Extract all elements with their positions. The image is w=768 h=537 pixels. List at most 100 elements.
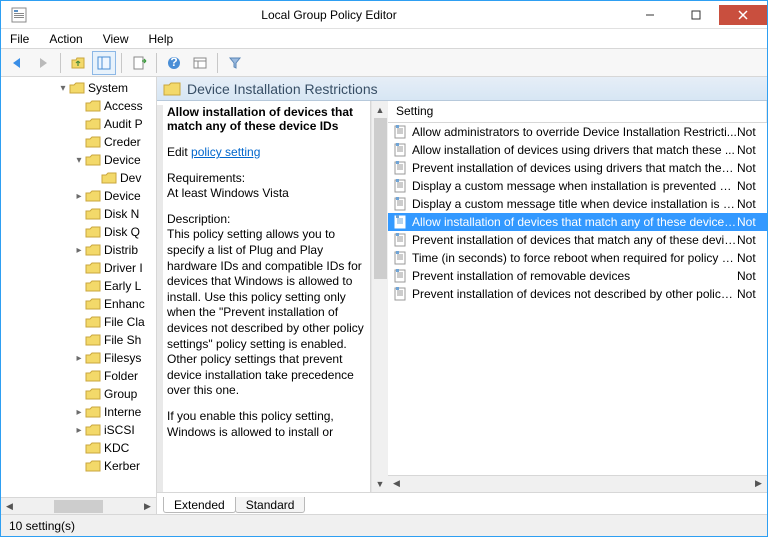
- tree-item[interactable]: File Cla: [1, 313, 156, 331]
- scroll-right-icon[interactable]: ▶: [750, 476, 767, 491]
- up-folder-button[interactable]: [66, 51, 90, 75]
- tree-item[interactable]: ▸ iSCSI: [1, 421, 156, 439]
- tree-item[interactable]: Kerber: [1, 457, 156, 475]
- tree-item[interactable]: KDC: [1, 439, 156, 457]
- policy-icon: [392, 268, 408, 284]
- folder-icon: [85, 153, 101, 167]
- tree-item[interactable]: ▸Distrib: [1, 241, 156, 259]
- tree-item-label: Audit P: [104, 117, 143, 131]
- list-body[interactable]: Allow administrators to override Device …: [388, 123, 767, 475]
- tree-hscrollbar[interactable]: ◀ ▶: [1, 497, 156, 514]
- list-row[interactable]: Prevent installation of devices using dr…: [388, 159, 767, 177]
- properties-button[interactable]: [188, 51, 212, 75]
- list-row[interactable]: Allow installation of devices that match…: [388, 213, 767, 231]
- status-text: 10 setting(s): [9, 519, 75, 533]
- tree-item-label: Interne: [104, 405, 141, 419]
- export-button[interactable]: [127, 51, 151, 75]
- setting-state: Not: [737, 215, 767, 229]
- scroll-down-icon[interactable]: ▼: [372, 475, 389, 492]
- scroll-left-icon[interactable]: ◀: [1, 499, 18, 514]
- forward-button[interactable]: [31, 51, 55, 75]
- maximize-button[interactable]: [673, 5, 719, 25]
- tree-item[interactable]: Audit P: [1, 115, 156, 133]
- tree-expander-icon[interactable]: ▸: [73, 353, 85, 364]
- edit-policy-link[interactable]: policy setting: [191, 145, 260, 159]
- list-row[interactable]: Allow installation of devices using driv…: [388, 141, 767, 159]
- tree-item[interactable]: Folder: [1, 367, 156, 385]
- back-button[interactable]: [5, 51, 29, 75]
- tree-item[interactable]: Early L: [1, 277, 156, 295]
- setting-name: Prevent installation of devices that mat…: [412, 233, 737, 247]
- tree-item-label: iSCSI: [104, 423, 135, 437]
- policy-icon: [392, 250, 408, 266]
- col-setting[interactable]: Setting: [388, 101, 767, 122]
- menu-action[interactable]: Action: [46, 31, 85, 47]
- menu-help[interactable]: Help: [146, 31, 177, 47]
- list-row[interactable]: Time (in seconds) to force reboot when r…: [388, 249, 767, 267]
- tree-item[interactable]: Disk Q: [1, 223, 156, 241]
- scroll-thumb[interactable]: [374, 118, 387, 279]
- tree-item[interactable]: File Sh: [1, 331, 156, 349]
- requirements-label: Requirements:: [167, 171, 245, 185]
- tree-expander-icon[interactable]: ▸: [73, 407, 85, 418]
- tree-item[interactable]: Access: [1, 97, 156, 115]
- setting-state: Not: [737, 197, 767, 211]
- tree-expander-icon[interactable]: ▸: [73, 191, 85, 202]
- list-pane: Setting Allow administrators to override…: [388, 101, 767, 492]
- toolbar: ?: [1, 49, 767, 77]
- scroll-left-icon[interactable]: ◀: [388, 476, 405, 491]
- tree-item[interactable]: Disk N: [1, 205, 156, 223]
- list-row[interactable]: Prevent installation of devices not desc…: [388, 285, 767, 303]
- help-button[interactable]: ?: [162, 51, 186, 75]
- list-row[interactable]: Allow administrators to override Device …: [388, 123, 767, 141]
- scroll-track[interactable]: [18, 499, 139, 514]
- policy-icon: [392, 286, 408, 302]
- list-row[interactable]: Display a custom message when installati…: [388, 177, 767, 195]
- minimize-button[interactable]: [627, 5, 673, 25]
- list-hscrollbar[interactable]: ◀ ▶: [388, 475, 767, 492]
- filter-button[interactable]: [223, 51, 247, 75]
- tree-item[interactable]: ▾System: [1, 79, 156, 97]
- show-tree-button[interactable]: [92, 51, 116, 75]
- tree-item[interactable]: Dev: [1, 169, 156, 187]
- list-row[interactable]: Prevent installation of devices that mat…: [388, 231, 767, 249]
- tree-item[interactable]: Creder: [1, 133, 156, 151]
- tab-extended[interactable]: Extended: [163, 497, 236, 513]
- tree-expander-icon[interactable]: ▸: [73, 425, 85, 436]
- policy-icon: [392, 232, 408, 248]
- scroll-thumb[interactable]: [54, 500, 102, 513]
- folder-icon: [85, 459, 101, 473]
- desc-scroll[interactable]: [157, 105, 163, 492]
- tree-item[interactable]: ▾Device: [1, 151, 156, 169]
- titlebar: Local Group Policy Editor: [1, 1, 767, 29]
- window-title: Local Group Policy Editor: [31, 8, 627, 22]
- tree-item-label: Disk N: [104, 207, 139, 221]
- list-row[interactable]: Prevent installation of removable device…: [388, 267, 767, 285]
- tree-item[interactable]: Driver I: [1, 259, 156, 277]
- list-header[interactable]: Setting: [388, 101, 767, 123]
- tree-item[interactable]: Enhanc: [1, 295, 156, 313]
- desc-vscrollbar[interactable]: ▲ ▼: [371, 101, 388, 492]
- tree-item[interactable]: ▸ Filesys: [1, 349, 156, 367]
- scroll-right-icon[interactable]: ▶: [139, 499, 156, 514]
- folder-icon: [85, 189, 101, 203]
- folder-icon: [85, 99, 101, 113]
- body: ▾SystemAccess Audit P Creder▾DeviceDev▸Dev…: [1, 77, 767, 514]
- tree-expander-icon[interactable]: ▾: [57, 83, 69, 94]
- tab-standard[interactable]: Standard: [235, 497, 306, 513]
- tree-expander-icon[interactable]: ▾: [73, 155, 85, 166]
- menu-view[interactable]: View: [100, 31, 132, 47]
- tree[interactable]: ▾SystemAccess Audit P Creder▾DeviceDev▸Dev…: [1, 77, 156, 475]
- scroll-track[interactable]: [405, 476, 750, 492]
- tree-item[interactable]: ▸ Interne: [1, 403, 156, 421]
- tree-item[interactable]: Group: [1, 385, 156, 403]
- menu-file[interactable]: File: [7, 31, 32, 47]
- tree-item[interactable]: ▸Device: [1, 187, 156, 205]
- folder-icon: [69, 81, 85, 95]
- list-row[interactable]: Display a custom message title when devi…: [388, 195, 767, 213]
- scroll-up-icon[interactable]: ▲: [372, 101, 389, 118]
- setting-state: Not: [737, 233, 767, 247]
- tree-item-label: Filesys: [104, 351, 141, 365]
- tree-expander-icon[interactable]: ▸: [73, 245, 85, 256]
- close-button[interactable]: [719, 5, 767, 25]
